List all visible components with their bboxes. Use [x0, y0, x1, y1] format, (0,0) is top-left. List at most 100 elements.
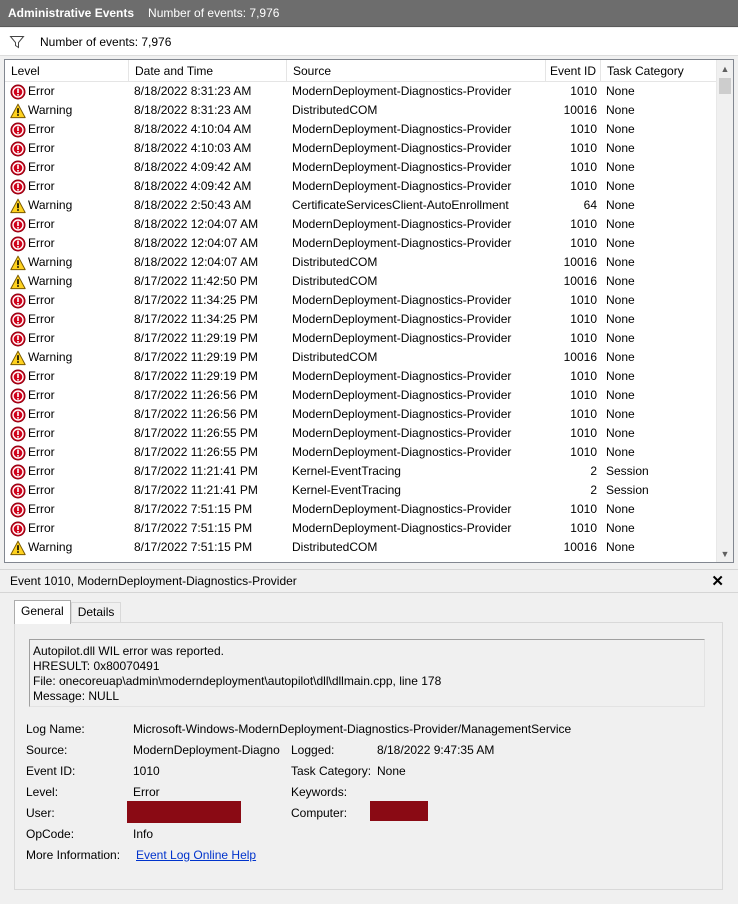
table-row[interactable]: Error 8/17/2022 11:29:19 PM ModernDeployme… — [5, 329, 718, 348]
cell-source: ModernDeployment-Diagnostics-Provider — [292, 122, 512, 136]
filter-event-count: Number of events: 7,976 — [40, 34, 172, 49]
cell-source: ModernDeployment-Diagnostics-Provider — [292, 426, 512, 440]
table-row[interactable]: Error 8/18/2022 8:31:23 AM ModernDeploymen… — [5, 82, 718, 101]
column-header-date[interactable]: Date and Time — [129, 60, 287, 82]
cell-level: Error — [5, 462, 129, 481]
tab-general[interactable]: General — [14, 600, 71, 624]
cell-level: Warning — [5, 272, 129, 291]
cell-date: 8/17/2022 11:34:25 PM — [134, 293, 258, 307]
event-description[interactable]: Autopilot.dll WIL error was reported. HR… — [29, 639, 705, 707]
level-text: Error — [28, 426, 55, 440]
filter-icon[interactable] — [9, 34, 25, 50]
scroll-thumb[interactable] — [719, 78, 731, 94]
cell-event-id: 1010 — [570, 369, 597, 383]
user-label: User: — [26, 806, 55, 820]
table-row[interactable]: Error 8/17/2022 11:26:56 PM ModernDeployme… — [5, 386, 718, 405]
table-row[interactable]: Error 8/17/2022 11:26:56 PM ModernDeployme… — [5, 405, 718, 424]
cell-date: 8/18/2022 4:09:42 AM — [134, 160, 252, 174]
error-icon — [10, 236, 26, 251]
cell-source: ModernDeployment-Diagnostics-Provider — [292, 445, 512, 459]
cell-event-id: 2 — [590, 483, 597, 497]
table-row[interactable]: Error 8/17/2022 7:51:15 PM ModernDeploymen… — [5, 519, 718, 538]
cell-event-id: 10016 — [563, 255, 597, 269]
column-header-event-id[interactable]: Event ID — [546, 60, 601, 82]
table-row[interactable]: Error 8/17/2022 11:26:55 PM ModernDeployme… — [5, 424, 718, 443]
level-text: Error — [28, 464, 55, 478]
cell-source: ModernDeployment-Diagnostics-Provider — [292, 141, 512, 155]
event-log-help-link[interactable]: Event Log Online Help — [136, 848, 256, 862]
cell-date: 8/17/2022 11:29:19 PM — [134, 350, 258, 364]
error-icon — [10, 502, 26, 517]
cell-level: Error — [5, 443, 129, 462]
cell-date: 8/17/2022 11:26:56 PM — [134, 407, 258, 421]
table-row[interactable]: Warning 8/17/2022 11:29:19 PM DistributedC… — [5, 348, 718, 367]
cell-task-category: None — [606, 198, 635, 212]
cell-task-category: None — [606, 122, 635, 136]
cell-level: Error — [5, 386, 129, 405]
description-line: Message: NULL — [33, 689, 120, 703]
table-row[interactable]: Error 8/17/2022 11:26:55 PM ModernDeployme… — [5, 443, 718, 462]
cell-date: 8/17/2022 11:29:19 PM — [134, 369, 258, 383]
table-row[interactable]: Error 8/18/2022 12:04:07 AM ModernDeployme… — [5, 215, 718, 234]
scroll-up-arrow-icon[interactable]: ▲ — [717, 60, 733, 77]
cell-level: Error — [5, 481, 129, 500]
detail-tabs: General Details — [14, 600, 122, 624]
task-category-value: None — [377, 764, 406, 778]
cell-event-id: 1010 — [570, 521, 597, 535]
event-rows: Error 8/18/2022 8:31:23 AM ModernDeploymen… — [5, 82, 718, 557]
cell-date: 8/17/2022 7:51:15 PM — [134, 502, 253, 516]
table-row[interactable]: Error 8/17/2022 11:34:25 PM ModernDeployme… — [5, 310, 718, 329]
vertical-scrollbar[interactable]: ▲ ▼ — [716, 60, 733, 562]
events-grid[interactable]: Level Date and Time Source Event ID Task… — [4, 59, 734, 563]
table-row[interactable]: Error 8/18/2022 4:10:03 AM ModernDeploymen… — [5, 139, 718, 158]
cell-source: ModernDeployment-Diagnostics-Provider — [292, 179, 512, 193]
cell-event-id: 1010 — [570, 217, 597, 231]
table-row[interactable]: Error 8/17/2022 7:51:15 PM ModernDeploymen… — [5, 500, 718, 519]
cell-date: 8/18/2022 4:10:03 AM — [134, 141, 252, 155]
keywords-label: Keywords: — [291, 785, 348, 799]
error-icon — [10, 369, 26, 384]
table-row[interactable]: Error 8/17/2022 11:34:25 PM ModernDeployme… — [5, 291, 718, 310]
table-row[interactable]: Warning 8/18/2022 12:04:07 AM DistributedC… — [5, 253, 718, 272]
column-header-level[interactable]: Level — [5, 60, 129, 82]
table-row[interactable]: Error 8/17/2022 11:29:19 PM ModernDeployme… — [5, 367, 718, 386]
cell-source: DistributedCOM — [292, 103, 378, 117]
level-text: Error — [28, 483, 55, 497]
error-icon — [10, 464, 26, 479]
level-text: Error — [28, 84, 55, 98]
table-row[interactable]: Error 8/17/2022 11:21:41 PM Kernel-EventTr… — [5, 462, 718, 481]
logged-value: 8/18/2022 9:47:35 AM — [377, 743, 495, 757]
level-text: Warning — [28, 350, 73, 364]
table-row[interactable]: Error 8/18/2022 4:10:04 AM ModernDeploymen… — [5, 120, 718, 139]
error-icon — [10, 179, 26, 194]
level-text: Warning — [28, 103, 73, 117]
scroll-down-arrow-icon[interactable]: ▼ — [717, 545, 733, 562]
cell-date: 8/18/2022 4:10:04 AM — [134, 122, 252, 136]
table-row[interactable]: Error 8/18/2022 12:04:07 AM ModernDeployme… — [5, 234, 718, 253]
column-header-source[interactable]: Source — [287, 60, 546, 82]
cell-source: ModernDeployment-Diagnostics-Provider — [292, 521, 512, 535]
grid-header: Level Date and Time Source Event ID Task… — [5, 60, 718, 82]
table-row[interactable]: Warning 8/18/2022 2:50:43 AM CertificateSe… — [5, 196, 718, 215]
title-bar: Administrative Events Number of events: … — [0, 0, 738, 27]
table-row[interactable]: Error 8/18/2022 4:09:42 AM ModernDeploymen… — [5, 177, 718, 196]
cell-date: 8/17/2022 11:29:19 PM — [134, 331, 258, 345]
close-icon[interactable]: ✕ — [711, 572, 724, 590]
table-row[interactable]: Warning 8/17/2022 11:42:50 PM DistributedC… — [5, 272, 718, 291]
tab-details[interactable]: Details — [70, 602, 122, 623]
level-text: Error — [28, 388, 55, 402]
level-text: Warning — [28, 255, 73, 269]
level-text: Error — [28, 122, 55, 136]
table-row[interactable]: Error 8/18/2022 4:09:42 AM ModernDeploymen… — [5, 158, 718, 177]
table-row[interactable]: Warning 8/18/2022 8:31:23 AM DistributedCO… — [5, 101, 718, 120]
log-name-value: Microsoft-Windows-ModernDeployment-Diagn… — [133, 722, 572, 736]
opcode-value: Info — [133, 827, 154, 841]
warning-icon — [10, 540, 26, 555]
table-row[interactable]: Warning 8/17/2022 7:51:15 PM DistributedCO… — [5, 538, 718, 557]
cell-level: Error — [5, 234, 129, 253]
column-header-task-category[interactable]: Task Category — [601, 60, 718, 82]
cell-source: ModernDeployment-Diagnostics-Provider — [292, 236, 512, 250]
cell-task-category: None — [606, 502, 635, 516]
table-row[interactable]: Error 8/17/2022 11:21:41 PM Kernel-EventTr… — [5, 481, 718, 500]
cell-source: DistributedCOM — [292, 255, 378, 269]
